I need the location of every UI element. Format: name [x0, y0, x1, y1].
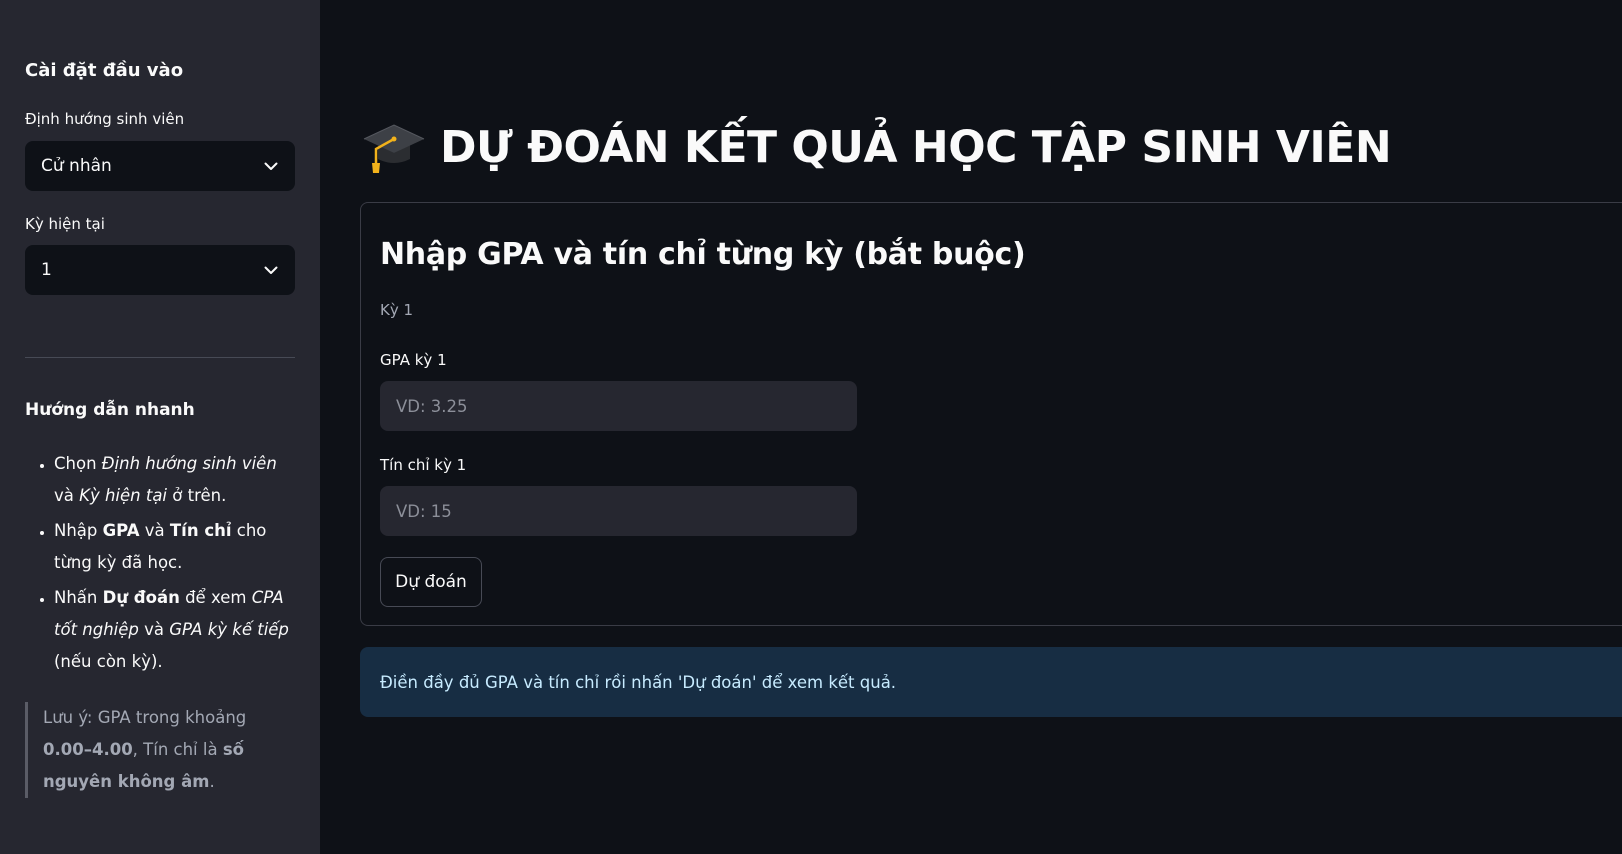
- gpa-input[interactable]: [380, 381, 857, 431]
- page-title-text: DỰ ĐOÁN KẾT QUẢ HỌC TẬP SINH VIÊN: [440, 121, 1392, 173]
- credits-input[interactable]: [380, 486, 857, 536]
- graduation-cap-icon: [362, 115, 426, 179]
- sidebar: Cài đặt đầu vào Định hướng sinh viên Cử …: [0, 0, 320, 854]
- sidebar-header: Cài đặt đầu vào: [25, 60, 184, 81]
- guide-item-2: Nhập GPA và Tín chỉ cho từng kỳ đã học.: [54, 515, 300, 579]
- semester-label: Kỳ hiện tại: [25, 215, 105, 233]
- info-message: Điền đầy đủ GPA và tín chỉ rồi nhấn 'Dự …: [380, 672, 897, 692]
- orientation-select[interactable]: Cử nhân: [25, 141, 295, 191]
- guide-item-3: Nhấn Dự đoán để xem CPA tốt nghiệp và GP…: [54, 582, 300, 678]
- chevron-down-icon: [263, 158, 279, 174]
- gpa-label: GPA kỳ 1: [380, 351, 447, 369]
- quick-guide-list: Chọn Định hướng sinh viên và Kỳ hiện tại…: [25, 448, 300, 681]
- guide-item-1: Chọn Định hướng sinh viên và Kỳ hiện tại…: [54, 448, 300, 512]
- orientation-select-value: Cử nhân: [41, 156, 112, 176]
- info-alert: Điền đầy đủ GPA và tín chỉ rồi nhấn 'Dự …: [360, 647, 1622, 717]
- semester-select[interactable]: 1: [25, 245, 295, 295]
- semester-select-value: 1: [41, 260, 52, 280]
- page-title: DỰ ĐOÁN KẾT QUẢ HỌC TẬP SINH VIÊN: [362, 115, 1392, 179]
- predict-button[interactable]: Dự đoán: [380, 557, 482, 607]
- sidebar-divider: [25, 357, 295, 358]
- chevron-down-icon: [263, 262, 279, 278]
- quick-guide-title: Hướng dẫn nhanh: [25, 400, 195, 420]
- semester-caption: Kỳ 1: [380, 301, 414, 319]
- credits-label: Tín chỉ kỳ 1: [380, 456, 467, 474]
- orientation-label: Định hướng sinh viên: [25, 110, 185, 128]
- form-title: Nhập GPA và tín chỉ từng kỳ (bắt buộc): [380, 237, 1026, 272]
- note-blockquote: Lưu ý: GPA trong khoảng 0.00–4.00, Tín c…: [25, 702, 300, 798]
